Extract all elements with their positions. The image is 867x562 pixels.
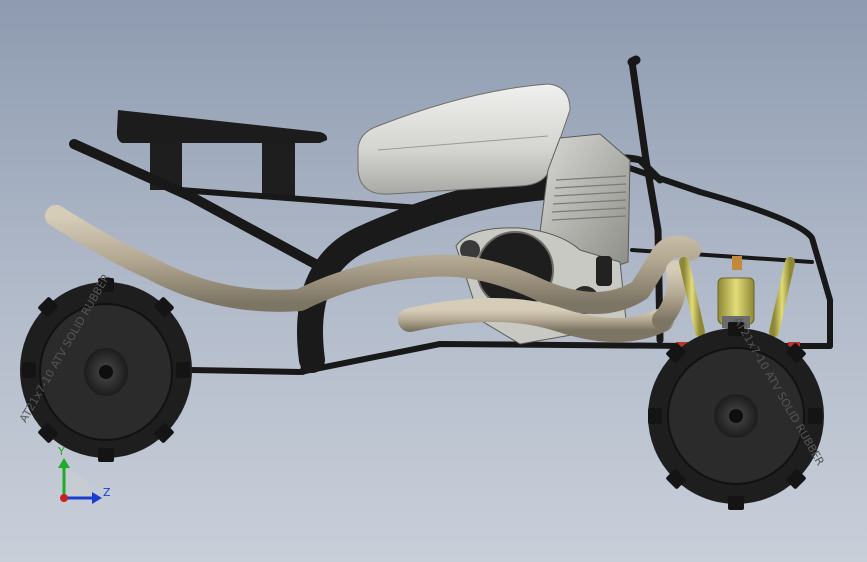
seat[interactable] bbox=[116, 110, 328, 196]
go-kart-model[interactable]: AT21x7-10 ATV SOLID RUBBER AT21x7-10 ATV… bbox=[0, 0, 867, 562]
cad-viewport[interactable]: AT21x7-10 ATV SOLID RUBBER AT21x7-10 ATV… bbox=[0, 0, 867, 562]
x-axis-dot bbox=[60, 494, 68, 502]
y-axis-label: Y bbox=[57, 445, 65, 458]
z-arrowhead-icon bbox=[92, 492, 102, 504]
y-arrowhead-icon bbox=[58, 458, 70, 468]
z-axis-label: Z bbox=[103, 486, 111, 499]
fuel-tank[interactable] bbox=[357, 83, 571, 195]
triad-arc bbox=[64, 470, 92, 498]
rear-wheel[interactable]: AT21x7-10 ATV SOLID RUBBER bbox=[17, 271, 192, 462]
carburetor bbox=[596, 256, 612, 286]
